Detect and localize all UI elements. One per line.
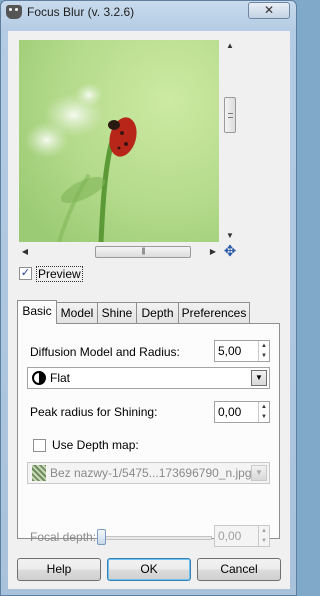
scroll-right-icon[interactable]: ▶ [207,245,219,259]
diffusion-model-select[interactable]: Flat ▼ [27,367,270,389]
window-title: Focus Blur (v. 3.2.6) [27,5,135,19]
peak-radius-label: Peak radius for Shining: [30,405,158,419]
focal-depth-value[interactable]: 0,00 [218,529,241,543]
preview-image[interactable] [19,40,219,242]
horizontal-scroll-thumb[interactable]: ||| [95,246,191,258]
image-thumbnail-icon [32,465,46,481]
focus-blur-dialog: Focus Blur (v. 3.2.6) ✕ ▲ ▼ ◀ ||| ▶ ✥ ✓ … [0,0,297,596]
peak-radius-spinner[interactable]: 0,00 ▲ ▼ [214,401,270,423]
spin-down-icon[interactable]: ▼ [258,351,269,361]
diffusion-model-label: Diffusion Model and Radius: [30,345,180,359]
depth-map-value: Bez nazwy-1/5475...173696790_n.jpg-2 [50,466,263,480]
ok-button[interactable]: OK [107,558,191,581]
cancel-button[interactable]: Cancel [197,558,281,581]
peak-radius-value[interactable]: 0,00 [218,405,241,419]
focal-depth-label: Focal depth: [30,530,97,544]
diffusion-radius-spinner[interactable]: 5,00 ▲ ▼ [214,340,270,362]
dialog-client-area: ▲ ▼ ◀ ||| ▶ ✥ ✓ Preview Basic Model Shin… [8,31,290,589]
spin-down-icon[interactable]: ▼ [258,536,269,546]
preview-checkbox[interactable]: ✓ [19,267,32,280]
spin-up-icon[interactable]: ▲ [258,526,269,536]
gimp-icon [6,5,22,19]
close-button[interactable]: ✕ [248,2,290,19]
preview-checkbox-label[interactable]: Preview [36,266,83,282]
use-depth-map-checkbox[interactable] [33,439,46,452]
tab-shine[interactable]: Shine [97,302,137,323]
focal-depth-slider-track[interactable] [100,536,212,540]
diffusion-model-value: Flat [50,371,71,385]
spin-up-icon[interactable]: ▲ [258,402,269,412]
chevron-down-icon[interactable]: ▼ [251,465,267,481]
depth-map-select[interactable]: Bez nazwy-1/5475...173696790_n.jpg-2 ▼ [27,462,270,484]
use-depth-map-label[interactable]: Use Depth map: [52,438,139,452]
scroll-up-icon[interactable]: ▲ [223,40,237,52]
tab-model[interactable]: Model [56,302,98,323]
tab-basic[interactable]: Basic [17,300,57,324]
vertical-scroll-thumb[interactable] [224,97,236,133]
preview-horizontal-scrollbar[interactable]: ◀ ||| ▶ [19,245,219,259]
tab-preferences[interactable]: Preferences [178,302,250,323]
help-button[interactable]: Help [17,558,101,581]
chevron-down-icon[interactable]: ▼ [251,370,267,386]
tab-depth[interactable]: Depth [136,302,179,323]
title-bar: Focus Blur (v. 3.2.6) ✕ [1,1,296,23]
scroll-down-icon[interactable]: ▼ [223,230,237,242]
navigate-move-icon[interactable]: ✥ [222,244,238,260]
diffusion-radius-value[interactable]: 5,00 [218,344,241,358]
spin-up-icon[interactable]: ▲ [258,341,269,351]
spin-down-icon[interactable]: ▼ [258,412,269,422]
preview-vertical-scrollbar[interactable]: ▲ ▼ [223,40,237,242]
focal-depth-spinner[interactable]: 0,00 ▲ ▼ [214,525,270,547]
flat-model-icon [32,371,46,385]
scroll-left-icon[interactable]: ◀ [19,245,31,259]
focal-depth-slider-handle[interactable] [97,529,106,545]
basic-tab-panel: Diffusion Model and Radius: 5,00 ▲ ▼ Fla… [17,323,280,547]
